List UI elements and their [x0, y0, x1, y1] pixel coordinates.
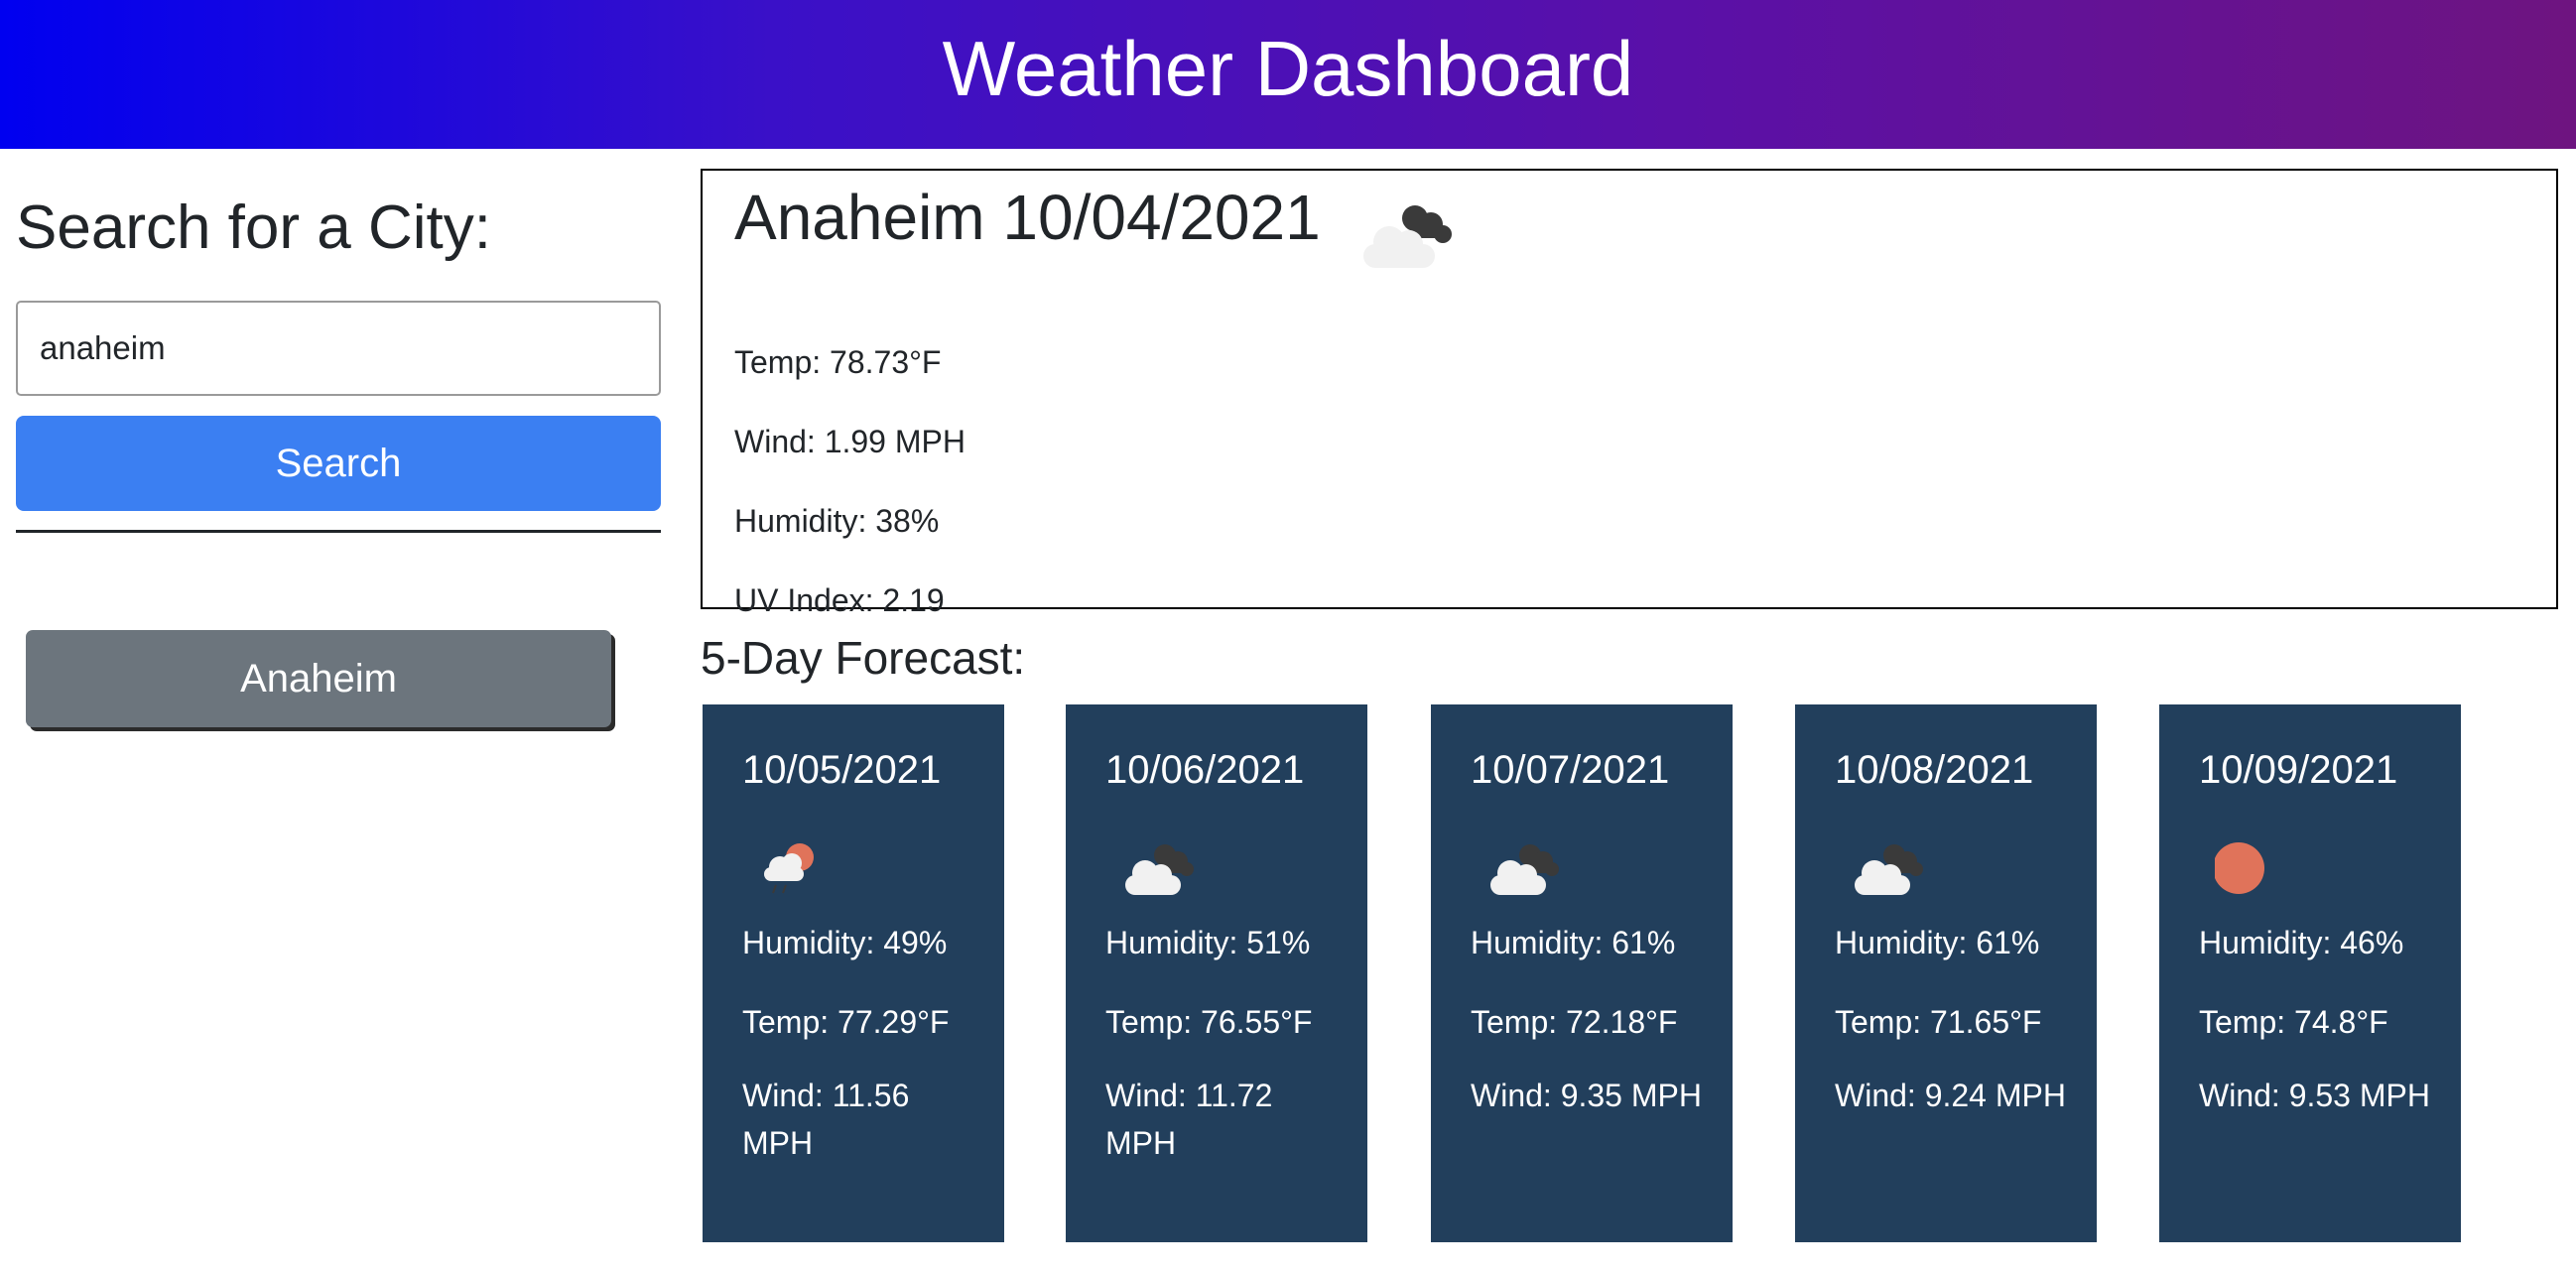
forecast-wind: Wind: 11.56 MPH: [742, 1078, 910, 1161]
forecast-wind: Wind: 9.53 MPH: [2199, 1078, 2430, 1113]
page-title: Weather Dashboard: [942, 24, 1634, 112]
broken-clouds-icon: [1855, 844, 1923, 895]
broken-clouds-icon: [1363, 205, 1452, 268]
current-wind: Wind: 1.99 MPH: [734, 424, 966, 459]
forecast-date: 10/06/2021: [1105, 748, 1305, 792]
forecast-date: 10/08/2021: [1835, 748, 2034, 792]
forecast-wind: Wind: 9.24 MPH: [1835, 1078, 2066, 1113]
search-button[interactable]: Search: [16, 416, 661, 511]
forecast-humidity: Humidity: 51%: [1105, 925, 1311, 960]
forecast-cards: 10/05/2021 Humidity: 49% Temp: 77.29°F W…: [701, 702, 2566, 1243]
forecast-card: 10/06/2021 Humidity: 51% Temp: 76.55°F W…: [1066, 704, 1367, 1242]
forecast-temp: Temp: 77.29°F: [742, 1004, 950, 1040]
broken-clouds-icon: [1490, 844, 1559, 895]
forecast-date: 10/09/2021: [2199, 748, 2398, 792]
forecast-card: 10/08/2021 Humidity: 61% Temp: 71.65°F W…: [1795, 704, 2097, 1242]
current-weather-panel: Anaheim 10/04/2021 Temp: 78.73°F Wind: 1…: [701, 169, 2558, 618]
forecast-humidity: Humidity: 49%: [742, 925, 948, 960]
current-humidity: Humidity: 38%: [734, 503, 940, 539]
clear-sun-icon: [2215, 842, 2264, 894]
forecast-wind: Wind: 9.35 MPH: [1471, 1078, 1702, 1113]
forecast-humidity: Humidity: 61%: [1471, 925, 1676, 960]
city-search-input[interactable]: [16, 301, 661, 396]
forecast-card: 10/09/2021 Humidity: 46% Temp: 74.8°F Wi…: [2159, 704, 2461, 1242]
forecast-card: 10/05/2021 Humidity: 49% Temp: 77.29°F W…: [703, 704, 1004, 1242]
forecast-wind: Wind: 11.72 MPH: [1105, 1078, 1273, 1161]
forecast-humidity: Humidity: 61%: [1835, 925, 2040, 960]
forecast-card: 10/07/2021 Humidity: 61% Temp: 72.18°F W…: [1431, 704, 1733, 1242]
current-uv-index: UV Index: 2.19: [734, 582, 945, 618]
forecast-humidity: Humidity: 46%: [2199, 925, 2404, 960]
forecast-heading: 5-Day Forecast:: [701, 632, 1026, 684]
forecast-temp: Temp: 72.18°F: [1471, 1004, 1678, 1040]
forecast-temp: Temp: 74.8°F: [2199, 1004, 2388, 1040]
forecast-temp: Temp: 76.55°F: [1105, 1004, 1313, 1040]
current-temp: Temp: 78.73°F: [734, 344, 942, 380]
current-city-date: Anaheim 10/04/2021: [734, 182, 1321, 253]
forecast-date: 10/07/2021: [1471, 748, 1670, 792]
forecast-date: 10/05/2021: [742, 748, 942, 792]
broken-clouds-icon: [1125, 844, 1194, 895]
search-heading: Search for a City:: [16, 193, 491, 262]
sidebar-divider: [16, 530, 661, 533]
forecast-temp: Temp: 71.65°F: [1835, 1004, 2042, 1040]
page-header: Weather Dashboard: [0, 0, 2576, 149]
history-button-anaheim[interactable]: Anaheim: [26, 630, 611, 727]
rain-sun-icon: [764, 843, 814, 894]
